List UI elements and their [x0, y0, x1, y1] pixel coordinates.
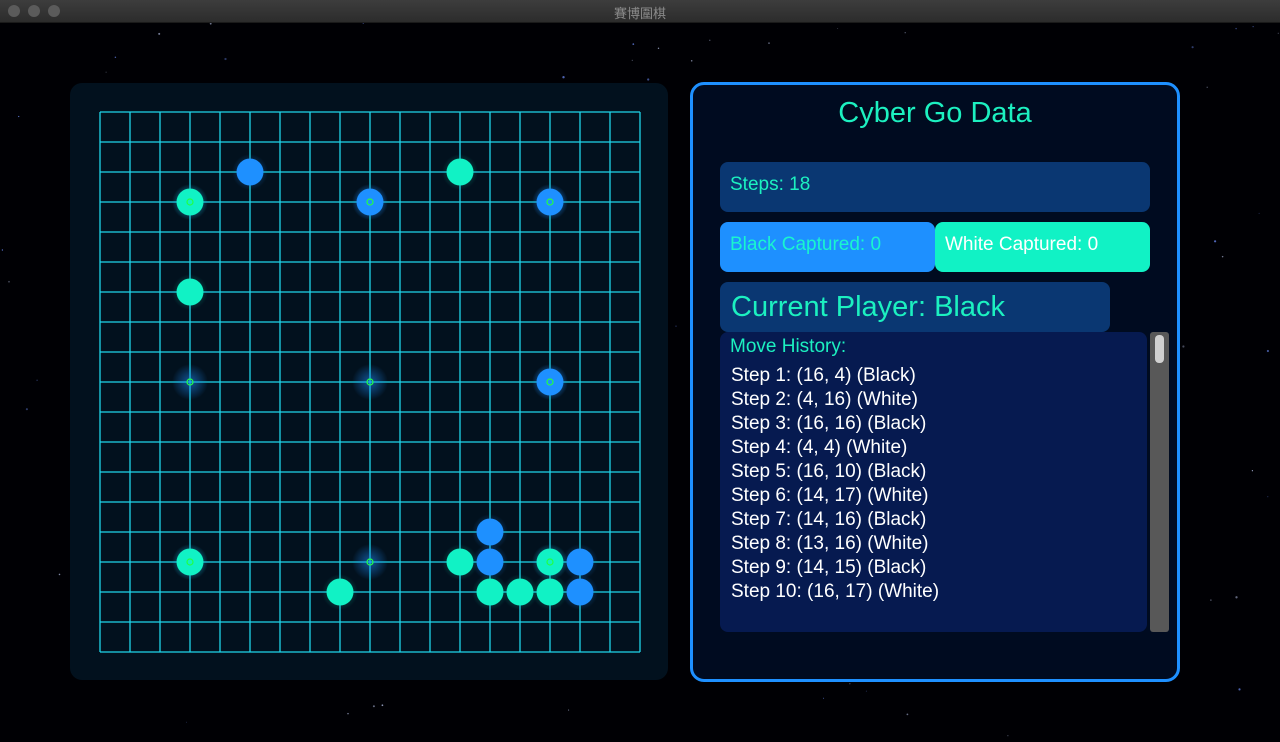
star: [1277, 32, 1279, 34]
star: [158, 32, 161, 35]
star: [823, 697, 825, 699]
move-history-panel: Move History: Step 1: (16, 4) (Black) St…: [720, 332, 1147, 632]
white-stone: [536, 548, 564, 576]
star: [1252, 26, 1254, 28]
star: [1266, 349, 1269, 353]
history-item: Step 3: (16, 16) (Black): [731, 413, 927, 434]
star: [1258, 212, 1260, 214]
star: [1267, 496, 1269, 498]
current-player-label: Current Player: Black: [731, 291, 1005, 323]
white-stone: [176, 548, 204, 576]
star: [904, 32, 906, 34]
star: [1238, 688, 1241, 691]
star: [381, 704, 384, 707]
history-item: Step 4: (4, 4) (White): [731, 437, 908, 458]
star: [224, 57, 227, 61]
history-item: Step 7: (14, 16) (Black): [731, 509, 927, 530]
window-title: 賽博圍棋: [613, 6, 666, 21]
white-stone: [176, 278, 204, 306]
black-stone: [566, 548, 594, 576]
history-item: Step 6: (14, 17) (White): [731, 485, 929, 506]
white-stone: [476, 578, 504, 606]
star: [25, 408, 28, 411]
history-item: Step 5: (16, 10) (Black): [731, 461, 927, 482]
white-stone: [326, 578, 354, 606]
star: [1206, 86, 1208, 88]
star: [347, 712, 349, 715]
star: [1182, 345, 1185, 348]
move-history-list: Step 1: (16, 4) (Black) Step 2: (4, 16) …: [731, 364, 939, 604]
star: [1210, 599, 1212, 601]
steps-label: Steps: 18: [730, 174, 811, 195]
black-stone: [236, 158, 264, 186]
black-captured-label: Black Captured: 0: [730, 234, 882, 255]
star: [1235, 596, 1238, 599]
star: [1221, 255, 1224, 258]
move-history-title: Move History:: [730, 336, 847, 357]
white-stone: [446, 548, 474, 576]
star: [1251, 470, 1253, 472]
black-stone: [536, 188, 564, 216]
black-stone: [536, 368, 564, 396]
star: [709, 39, 711, 41]
star: [18, 115, 20, 118]
scrollbar-thumb[interactable]: [1155, 335, 1164, 363]
star-point-halo: [352, 544, 388, 580]
go-board[interactable]: [70, 83, 668, 680]
star: [1235, 27, 1237, 30]
star: [372, 705, 375, 708]
star: [690, 60, 693, 62]
star: [837, 28, 839, 30]
white-stone: [506, 578, 534, 606]
white-captured-box: White Captured: 0: [935, 222, 1150, 272]
white-stone: [536, 578, 564, 606]
star: [209, 23, 212, 25]
star: [568, 709, 570, 711]
star: [631, 59, 633, 62]
star: [768, 42, 770, 44]
window-titlebar: 賽博圍棋: [0, 0, 1280, 23]
black-captured-box: Black Captured: 0: [720, 222, 935, 272]
info-panel: Cyber Go Data Steps: 18 Black Captured: …: [690, 82, 1180, 682]
star: [849, 683, 851, 685]
star: [906, 713, 909, 716]
current-player-box: Current Player: Black: [720, 282, 1110, 332]
star: [36, 379, 38, 382]
star: [657, 47, 660, 50]
info-title: Cyber Go Data: [838, 97, 1032, 129]
star: [8, 280, 10, 283]
star: [58, 573, 61, 576]
star: [362, 23, 365, 24]
history-item: Step 9: (14, 15) (Black): [731, 557, 927, 578]
star: [185, 721, 187, 723]
star: [632, 43, 635, 45]
black-stone: [476, 518, 504, 546]
steps-box: Steps: 18: [720, 162, 1150, 212]
history-item: Step 1: (16, 4) (Black): [731, 365, 916, 386]
star: [562, 76, 565, 79]
white-stone: [446, 158, 474, 186]
star: [1213, 240, 1217, 243]
star: [114, 56, 117, 59]
black-stone: [566, 578, 594, 606]
star: [1, 249, 4, 251]
history-item: Step 8: (13, 16) (White): [731, 533, 929, 554]
star: [1007, 735, 1009, 737]
star: [105, 71, 107, 73]
star-point-halo: [352, 364, 388, 400]
star: [865, 690, 867, 692]
history-item: Step 2: (4, 16) (White): [731, 389, 918, 410]
black-stone: [356, 188, 384, 216]
star: [647, 78, 650, 81]
star-point-halo: [172, 364, 208, 400]
white-stone: [176, 188, 204, 216]
black-stone: [476, 548, 504, 576]
history-scrollbar[interactable]: [1150, 332, 1169, 632]
star: [1191, 46, 1194, 49]
go-board-panel: [70, 83, 668, 680]
history-item: Step 10: (16, 17) (White): [731, 581, 940, 602]
white-captured-label: White Captured: 0: [945, 234, 1099, 255]
star: [675, 325, 677, 327]
